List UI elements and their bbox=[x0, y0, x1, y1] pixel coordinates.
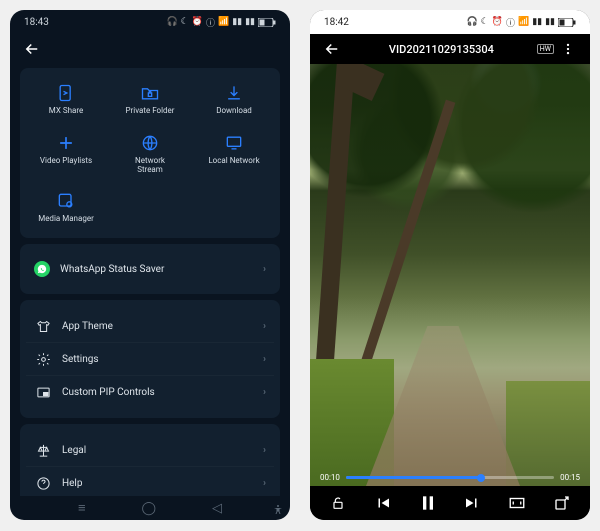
grid-label: MX Share bbox=[49, 107, 83, 116]
grid-mx-share[interactable]: MX Share bbox=[26, 78, 106, 120]
play-pause-button[interactable] bbox=[417, 492, 439, 514]
grid-label: Media Manager bbox=[38, 215, 94, 224]
nav-back-icon[interactable]: ◁ bbox=[212, 501, 222, 516]
scale-icon bbox=[34, 441, 52, 459]
app-bar bbox=[10, 34, 290, 64]
grid-local-network[interactable]: Local Network bbox=[194, 128, 274, 179]
download-icon bbox=[223, 82, 245, 104]
status-bar: 18:42 🎧☾⏰ⓘ📶▮▮▮▮ bbox=[310, 10, 590, 34]
player-screen: 18:42 🎧☾⏰ⓘ📶▮▮▮▮ VID20211029135304 HW 00:… bbox=[310, 10, 590, 520]
chevron-right-icon: › bbox=[263, 321, 266, 332]
info-card: Legal › Help › bbox=[20, 424, 280, 496]
grid-label: Local Network bbox=[208, 157, 259, 166]
status-icons: 🎧☾⏰ⓘ📶▮▮▮▮ bbox=[466, 16, 576, 29]
status-time: 18:42 bbox=[324, 17, 349, 28]
gear-icon bbox=[34, 350, 52, 368]
grid-label: Video Playlists bbox=[40, 157, 92, 166]
menu-content: MX Share Private Folder Download bbox=[10, 64, 290, 496]
rotate-button[interactable] bbox=[551, 492, 573, 514]
pip-icon bbox=[34, 383, 52, 401]
media-icon bbox=[55, 190, 77, 212]
plus-icon bbox=[55, 132, 77, 154]
player-top-bar: VID20211029135304 HW bbox=[310, 34, 590, 64]
share-icon bbox=[55, 82, 77, 104]
grid-video-playlists[interactable]: Video Playlists bbox=[26, 128, 106, 179]
chevron-right-icon: › bbox=[263, 445, 266, 456]
row-help[interactable]: Help › bbox=[26, 466, 274, 496]
row-label: Custom PIP Controls bbox=[62, 387, 155, 398]
video-title: VID20211029135304 bbox=[346, 43, 537, 56]
seek-overlay: 00:10 00:15 bbox=[310, 473, 590, 486]
accessibility-icon[interactable] bbox=[272, 504, 284, 516]
back-button[interactable] bbox=[18, 35, 46, 63]
hw-decoder-badge[interactable]: HW bbox=[537, 44, 554, 54]
monitor-icon bbox=[223, 132, 245, 154]
tools-grid-card: MX Share Private Folder Download bbox=[20, 68, 280, 238]
row-label: App Theme bbox=[62, 321, 113, 332]
aspect-ratio-button[interactable] bbox=[506, 492, 528, 514]
status-time: 18:43 bbox=[24, 17, 49, 28]
chevron-right-icon: › bbox=[263, 354, 266, 365]
seek-bar[interactable] bbox=[346, 476, 554, 479]
tshirt-icon bbox=[34, 317, 52, 335]
seek-thumb[interactable] bbox=[477, 474, 485, 482]
row-whatsapp-status-saver[interactable]: WhatsApp Status Saver › bbox=[26, 254, 274, 284]
grid-media-manager[interactable]: Media Manager bbox=[26, 186, 106, 228]
nav-home-icon[interactable]: ◯ bbox=[142, 501, 157, 516]
chevron-right-icon: › bbox=[263, 264, 266, 275]
more-menu-button[interactable] bbox=[554, 35, 582, 63]
row-label: Settings bbox=[62, 354, 99, 365]
seek-fill bbox=[346, 476, 481, 479]
row-app-theme[interactable]: App Theme › bbox=[26, 310, 274, 342]
video-surface[interactable]: 00:10 00:15 bbox=[310, 64, 590, 486]
grid-network-stream[interactable]: Network Stream bbox=[110, 128, 190, 179]
row-label: WhatsApp Status Saver bbox=[60, 264, 164, 275]
chevron-right-icon: › bbox=[263, 387, 266, 398]
grid-label: Download bbox=[216, 107, 252, 116]
prev-button[interactable] bbox=[372, 492, 394, 514]
time-duration: 00:15 bbox=[560, 473, 580, 482]
system-nav-bar: ≡ ◯ ◁ bbox=[10, 496, 290, 520]
lock-button[interactable] bbox=[327, 492, 349, 514]
menu-screen: 18:43 🎧☾⏰ⓘ📶▮▮▮▮ MX Share bbox=[10, 10, 290, 520]
grid-private-folder[interactable]: Private Folder bbox=[110, 78, 190, 120]
lock-folder-icon bbox=[139, 82, 161, 104]
status-bar: 18:43 🎧☾⏰ⓘ📶▮▮▮▮ bbox=[10, 10, 290, 34]
grid-download[interactable]: Download bbox=[194, 78, 274, 120]
whatsapp-card: WhatsApp Status Saver › bbox=[20, 244, 280, 294]
status-icons: 🎧☾⏰ⓘ📶▮▮▮▮ bbox=[166, 16, 276, 29]
grid-label: Network Stream bbox=[135, 157, 165, 175]
chevron-right-icon: › bbox=[263, 478, 266, 489]
row-legal[interactable]: Legal › bbox=[26, 434, 274, 466]
grid-label: Private Folder bbox=[125, 107, 174, 116]
row-label: Legal bbox=[62, 445, 86, 456]
back-button[interactable] bbox=[318, 35, 346, 63]
nav-recent-icon[interactable]: ≡ bbox=[78, 500, 86, 516]
globe-icon bbox=[139, 132, 161, 154]
time-elapsed: 00:10 bbox=[320, 473, 340, 482]
row-settings[interactable]: Settings › bbox=[26, 342, 274, 375]
row-custom-pip[interactable]: Custom PIP Controls › bbox=[26, 375, 274, 408]
row-label: Help bbox=[62, 478, 82, 489]
whatsapp-icon bbox=[34, 261, 50, 277]
tools-grid: MX Share Private Folder Download bbox=[26, 78, 274, 228]
settings-card: App Theme › Settings › Custom PIP Contro… bbox=[20, 300, 280, 418]
player-control-bar bbox=[310, 486, 590, 520]
help-icon bbox=[34, 474, 52, 492]
next-button[interactable] bbox=[461, 492, 483, 514]
